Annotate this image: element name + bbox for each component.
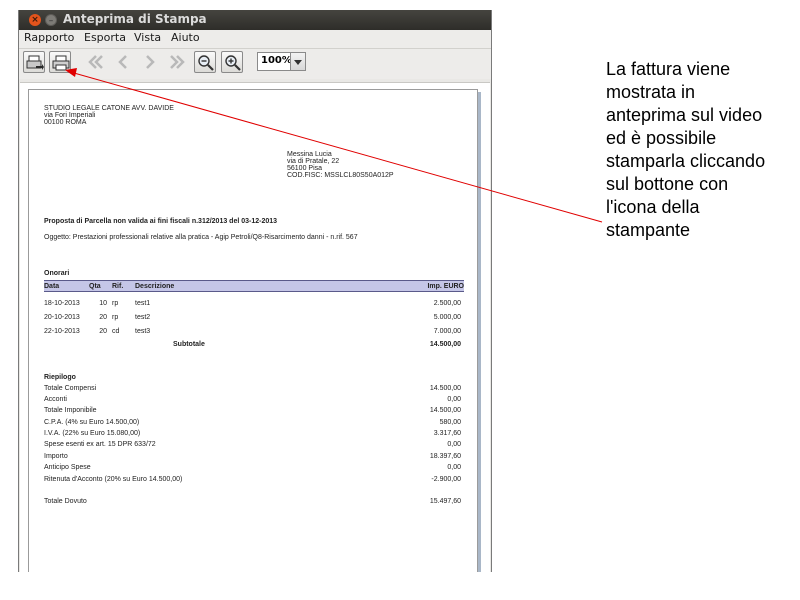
annotation-line: ed è possibile xyxy=(606,128,717,148)
annotation-line: anteprima sul video xyxy=(606,105,763,125)
annotation-line: La fattura viene xyxy=(606,59,731,79)
annotation-line: sul bottone con xyxy=(606,174,729,194)
annotation-text: La fattura viene mostrata in anteprima s… xyxy=(606,58,796,242)
annotation-line: l'icona della xyxy=(606,197,700,217)
annotation-line: stampante xyxy=(606,220,691,240)
annotation-line: stamparla cliccando xyxy=(606,151,766,171)
annotation-line: mostrata in xyxy=(606,82,696,102)
